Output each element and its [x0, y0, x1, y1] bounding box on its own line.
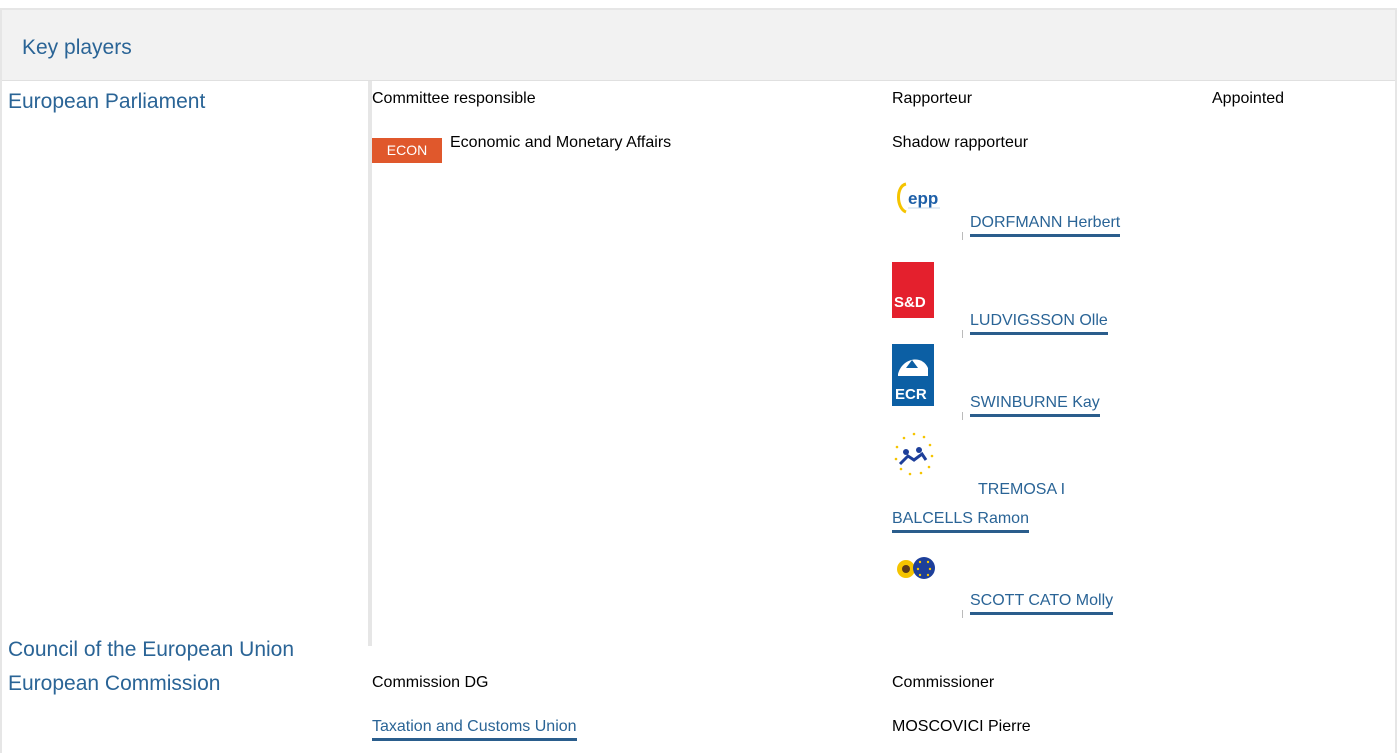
section-council: Council of the European Union	[8, 638, 295, 661]
panel-header: Key players	[2, 10, 1395, 81]
greens-logo-icon	[892, 552, 962, 602]
ecr-logo-icon: ECR	[892, 344, 962, 406]
shadow-rapporteur-heading: Shadow rapporteur	[892, 134, 1029, 151]
commission-dg-link[interactable]: Taxation and Customs Union	[372, 718, 577, 741]
svg-text:epp: epp	[908, 189, 938, 208]
committee-badge: ECON	[372, 138, 442, 163]
key-players-panel: Key players European Parliament Council …	[0, 8, 1397, 753]
shadow-rapporteur-link[interactable]: LUDVIGSSON Olle	[970, 312, 1108, 335]
column-divider	[368, 81, 372, 646]
rapporteur-heading: Rapporteur	[892, 90, 973, 107]
shadow-rapporteur-link[interactable]: DORFMANN Herbert	[970, 214, 1121, 237]
section-european-commission: European Commission	[8, 672, 221, 695]
epp-logo-icon: epp	[892, 174, 962, 224]
committee-name: Economic and Monetary Affairs	[450, 134, 672, 151]
alde-logo-icon	[892, 430, 962, 480]
commission-dg-heading: Commission DG	[372, 674, 489, 691]
shadow-rapporteur-link[interactable]: SCOTT CATO Molly	[970, 592, 1114, 615]
sd-logo-icon: S&D	[892, 262, 962, 318]
committee-responsible-heading: Committee responsible	[372, 90, 536, 107]
commissioner-heading: Commissioner	[892, 674, 995, 691]
panel-title: Key players	[22, 36, 132, 59]
commissioner-name: MOSCOVICI Pierre	[892, 718, 1031, 735]
shadow-rapporteur-link[interactable]: TREMOSA I	[978, 481, 1065, 501]
svg-text:S&D: S&D	[894, 294, 926, 311]
appointed-heading: Appointed	[1212, 90, 1285, 107]
shadow-rapporteur-link[interactable]: SWINBURNE Kay	[970, 394, 1100, 417]
svg-text:ECR: ECR	[895, 386, 927, 403]
shadow-rapporteur-link[interactable]: BALCELLS Ramon	[892, 510, 1029, 533]
section-european-parliament: European Parliament	[8, 90, 206, 113]
